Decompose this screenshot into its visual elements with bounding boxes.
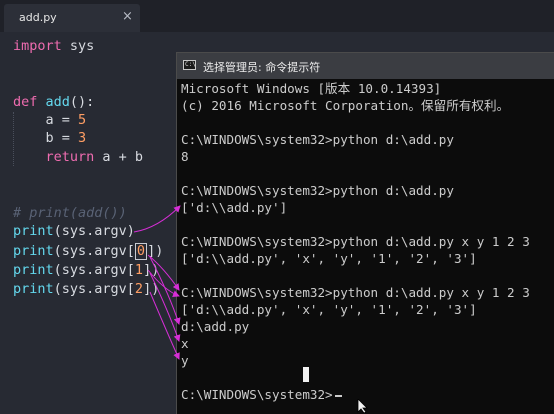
code-line-b: b = 3 bbox=[45, 130, 87, 146]
tab-add-py[interactable]: add.py × bbox=[4, 4, 140, 32]
console-line: Microsoft Windows [版本 10.0.14393] bbox=[181, 81, 442, 96]
console-prompt-line: C:\WINDOWS\system32> bbox=[181, 387, 333, 402]
console-line: 8 bbox=[181, 149, 189, 164]
code-line-def: def add(): bbox=[13, 94, 95, 110]
console-line: x bbox=[181, 336, 189, 351]
console-line: C:\WINDOWS\system32>python d:\add.py bbox=[181, 183, 454, 198]
mouse-pointer-icon bbox=[357, 399, 368, 413]
code-line-return: return a + b bbox=[45, 149, 144, 165]
arrow-argv-to-list bbox=[133, 205, 181, 233]
tab-close-icon[interactable]: × bbox=[122, 9, 133, 24]
arrow-argv2-to-y bbox=[149, 291, 180, 360]
cmd-titlebar[interactable]: C:\ 选择管理员: 命令提示符 bbox=[177, 53, 554, 79]
ibeam-cursor-icon bbox=[303, 367, 309, 382]
console-icon: C:\ bbox=[183, 60, 196, 70]
code-line-comment: # print(add()) bbox=[13, 205, 127, 221]
console-line: d:\add.py bbox=[181, 319, 250, 334]
console-line: (c) 2016 Microsoft Corporation。保留所有权利。 bbox=[181, 98, 510, 113]
console-line: ['d:\\add.py', 'x', 'y', '1', '2', '3'] bbox=[181, 251, 477, 266]
code-line-import: import sys bbox=[13, 38, 95, 54]
console-line: C:\WINDOWS\system32>python d:\add.py bbox=[181, 132, 454, 147]
code-line-print-argv1: print(sys.argv[1]) bbox=[13, 262, 160, 278]
text-cursor bbox=[335, 395, 342, 397]
cmd-window-title: 选择管理员: 命令提示符 bbox=[203, 61, 321, 74]
code-line-a: a = 5 bbox=[45, 112, 87, 128]
editor-tab-bar: add.py × bbox=[0, 0, 554, 32]
console-line: C:\WINDOWS\system32>python d:\add.py x y… bbox=[181, 285, 530, 300]
code-line-print-argv0: print(sys.argv[0]) bbox=[13, 243, 164, 260]
console-line: y bbox=[181, 353, 189, 368]
tab-title: add.py bbox=[19, 11, 57, 24]
code-line-print-argv: print(sys.argv) bbox=[13, 223, 135, 239]
console-line: ['d:\\add.py', 'x', 'y', '1', '2', '3'] bbox=[181, 302, 477, 317]
code-line-print-argv2: print(sys.argv[2]) bbox=[13, 281, 160, 297]
command-prompt-window[interactable]: C:\ 选择管理员: 命令提示符 Microsoft Windows [版本 1… bbox=[176, 52, 554, 414]
console-line: ['d:\\add.py'] bbox=[181, 200, 288, 215]
console-line: C:\WINDOWS\system32>python d:\add.py x y… bbox=[181, 234, 530, 249]
